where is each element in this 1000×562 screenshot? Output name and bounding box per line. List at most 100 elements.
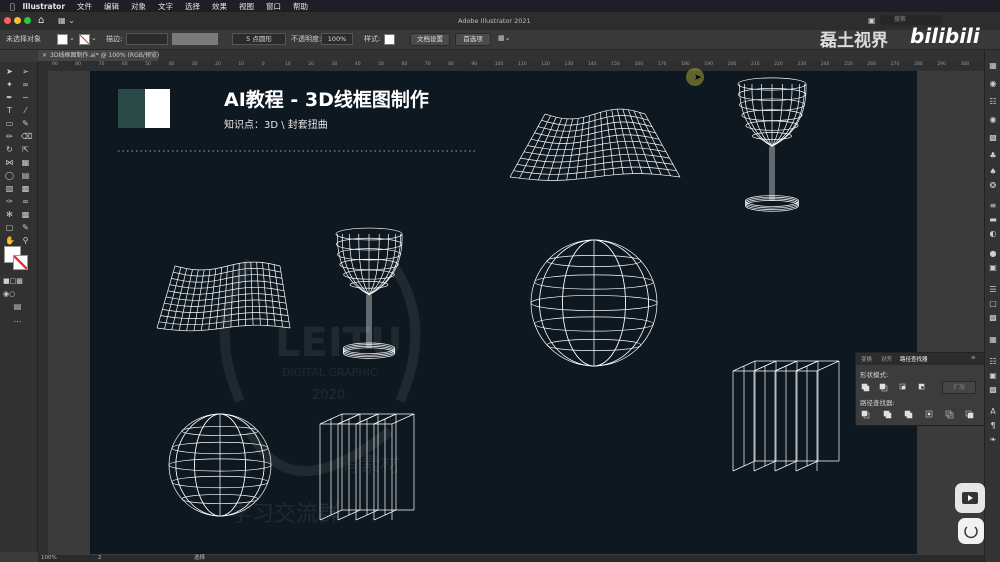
fill-dropdown-icon[interactable]: ⌄ [69, 34, 75, 42]
video-play-button[interactable] [955, 483, 985, 513]
graphic-styles-icon[interactable]: ❂ [988, 182, 998, 190]
transparency-icon[interactable]: ◐ [988, 230, 998, 238]
image-trace-icon[interactable]: ▣ [988, 264, 998, 272]
shaper-tool-icon[interactable]: ✏ [5, 133, 14, 141]
brush-definition-select[interactable]: 5 点圆形 [232, 33, 286, 45]
menu-file[interactable]: 文件 [77, 1, 92, 12]
ruler-tick-label: 50 [378, 62, 384, 67]
eyedropper-icon[interactable]: ✑ [5, 198, 14, 206]
layers-panel-icon[interactable]: ◉ [988, 80, 998, 88]
rectangle-tool-icon[interactable]: ▭ [5, 120, 14, 128]
document-setup-button[interactable]: 文档设置 [410, 33, 450, 46]
eraser-icon[interactable]: ⌫ [21, 133, 32, 141]
symbols-icon[interactable]: ♠ [988, 168, 998, 176]
artboard-tool-icon[interactable]: ▢ [5, 224, 14, 232]
artboards-icon[interactable]: ▢ [988, 300, 998, 308]
menu-edit[interactable]: 编辑 [104, 1, 119, 12]
home-icon[interactable]: ⌂ [38, 15, 44, 26]
expand-button[interactable]: 扩展 [942, 381, 976, 394]
width-tool-icon[interactable]: ⋈ [5, 159, 14, 167]
rotate-tool-icon[interactable]: ↻ [5, 146, 14, 154]
transform-panel-icon[interactable]: ▣ [988, 372, 998, 380]
close-tab-icon[interactable]: × [42, 52, 47, 59]
menu-type[interactable]: 文字 [158, 1, 173, 12]
minimize-window-button[interactable] [14, 17, 21, 24]
zoom-tool-icon[interactable]: ⚲ [21, 237, 30, 245]
line-tool-icon[interactable]: ⁄ [21, 107, 30, 115]
fill-swatch[interactable] [57, 34, 68, 45]
menu-select[interactable]: 选择 [185, 1, 200, 12]
variable-width-profile[interactable] [172, 33, 218, 45]
menu-app[interactable]: Illustrator [23, 2, 66, 11]
perspective-grid-icon[interactable]: ▧ [5, 185, 14, 193]
arrange-documents-icon[interactable]: ▦⌄ [498, 34, 510, 42]
preferences-button[interactable]: 首选项 [455, 33, 491, 46]
pathfinder-dock-icon[interactable]: ▩ [988, 386, 998, 394]
layers-icon[interactable]: ☰ [988, 286, 998, 294]
asset-export-icon[interactable]: ▩ [988, 314, 998, 322]
replay-button[interactable] [958, 518, 984, 544]
gradient-tool-icon[interactable]: ▩ [21, 185, 30, 193]
character-icon[interactable]: A [988, 408, 998, 416]
swatches-icon[interactable]: ▩ [988, 134, 998, 142]
gradient-panel-icon[interactable]: ▬ [988, 216, 998, 224]
appearance-icon[interactable]: ● [988, 250, 998, 258]
shape-builder-icon[interactable]: ◯ [5, 172, 14, 180]
document-tab[interactable]: × 3D线框图制作.ai* @ 100% (RGB/预览) [38, 50, 159, 61]
blend-tool-icon[interactable]: ∞ [21, 198, 30, 206]
color-panel-icon[interactable]: ◉ [988, 116, 998, 124]
opacity-value: 100% [327, 35, 347, 43]
fin-box-bottom-fin-top [337, 413, 379, 425]
color-mode-icon[interactable]: ■□▩ [3, 277, 23, 285]
apple-icon[interactable]:  [10, 2, 15, 11]
pattern-icon[interactable]: ▦ [988, 336, 998, 344]
artboard[interactable]: LEITU DIGITAL GRAPHIC 2020 有素材 学习交流群 AI教… [90, 71, 917, 554]
draw-mode-icon[interactable]: ◉○ [3, 290, 15, 298]
lasso-icon[interactable]: ∞ [21, 81, 30, 89]
edit-toolbar-icon[interactable]: ⋯ [13, 318, 22, 326]
fin-box-bottom-fin-bottom [355, 509, 396, 521]
brushes-icon[interactable]: ♣ [988, 152, 998, 160]
stroke-swatch[interactable] [79, 34, 90, 45]
ruler-tick-label: 50 [145, 62, 151, 67]
slice-tool-icon[interactable]: ✎ [21, 224, 30, 232]
menu-view[interactable]: 视图 [239, 1, 254, 12]
libraries-icon[interactable]: ☷ [988, 98, 998, 106]
minus-front-icon [879, 383, 888, 392]
magic-wand-icon[interactable]: ✦ [5, 81, 14, 89]
pen-tool-icon[interactable]: ✒ [5, 94, 14, 102]
hand-tool-icon[interactable]: ✋ [5, 237, 15, 245]
menu-object[interactable]: 对象 [131, 1, 146, 12]
align-panel-icon[interactable]: ☷ [988, 358, 998, 366]
stroke-weight-field[interactable] [126, 33, 168, 45]
glyphs-icon[interactable]: ❧ [988, 436, 998, 444]
scale-tool-icon[interactable]: ⇱ [21, 146, 30, 154]
properties-icon[interactable]: ▦ [988, 62, 998, 70]
style-swatch[interactable] [384, 34, 395, 45]
symbol-sprayer-icon[interactable]: ✻ [5, 211, 14, 219]
selection-tool-icon[interactable]: ➤ [5, 68, 14, 76]
free-transform-icon[interactable]: ▦ [21, 159, 30, 167]
screen-mode-icon[interactable]: ▤ [13, 303, 22, 311]
direct-selection-tool-icon[interactable]: ➢ [21, 68, 30, 76]
close-window-button[interactable] [4, 17, 11, 24]
menu-window[interactable]: 窗口 [266, 1, 281, 12]
arrange-icon[interactable]: ▣ [868, 16, 876, 25]
stroke-color-box[interactable] [13, 255, 28, 270]
zoom-window-button[interactable] [24, 17, 31, 24]
type-tool-icon[interactable]: T [5, 107, 14, 115]
paragraph-icon[interactable]: ¶ [988, 422, 998, 430]
stroke-dropdown-icon[interactable]: ⌄ [91, 34, 97, 42]
live-paint-icon[interactable]: ▤ [21, 172, 30, 180]
graph-tool-icon[interactable]: ▩ [21, 211, 30, 219]
ruler-tick-label: 140 [587, 62, 597, 67]
opacity-field[interactable]: 100% [321, 33, 353, 45]
stroke-panel-icon[interactable]: ≡ [988, 202, 998, 210]
curvature-tool-icon[interactable]: ∽ [21, 94, 30, 102]
menu-help[interactable]: 帮助 [293, 1, 308, 12]
artboard-navigator[interactable]: 2 [98, 555, 102, 562]
paintbrush-icon[interactable]: ✎ [21, 120, 30, 128]
zoom-level[interactable]: 100% [41, 555, 57, 562]
workspace-switcher-icon[interactable]: ▦ ⌄ [58, 16, 75, 25]
menu-effect[interactable]: 效果 [212, 1, 227, 12]
